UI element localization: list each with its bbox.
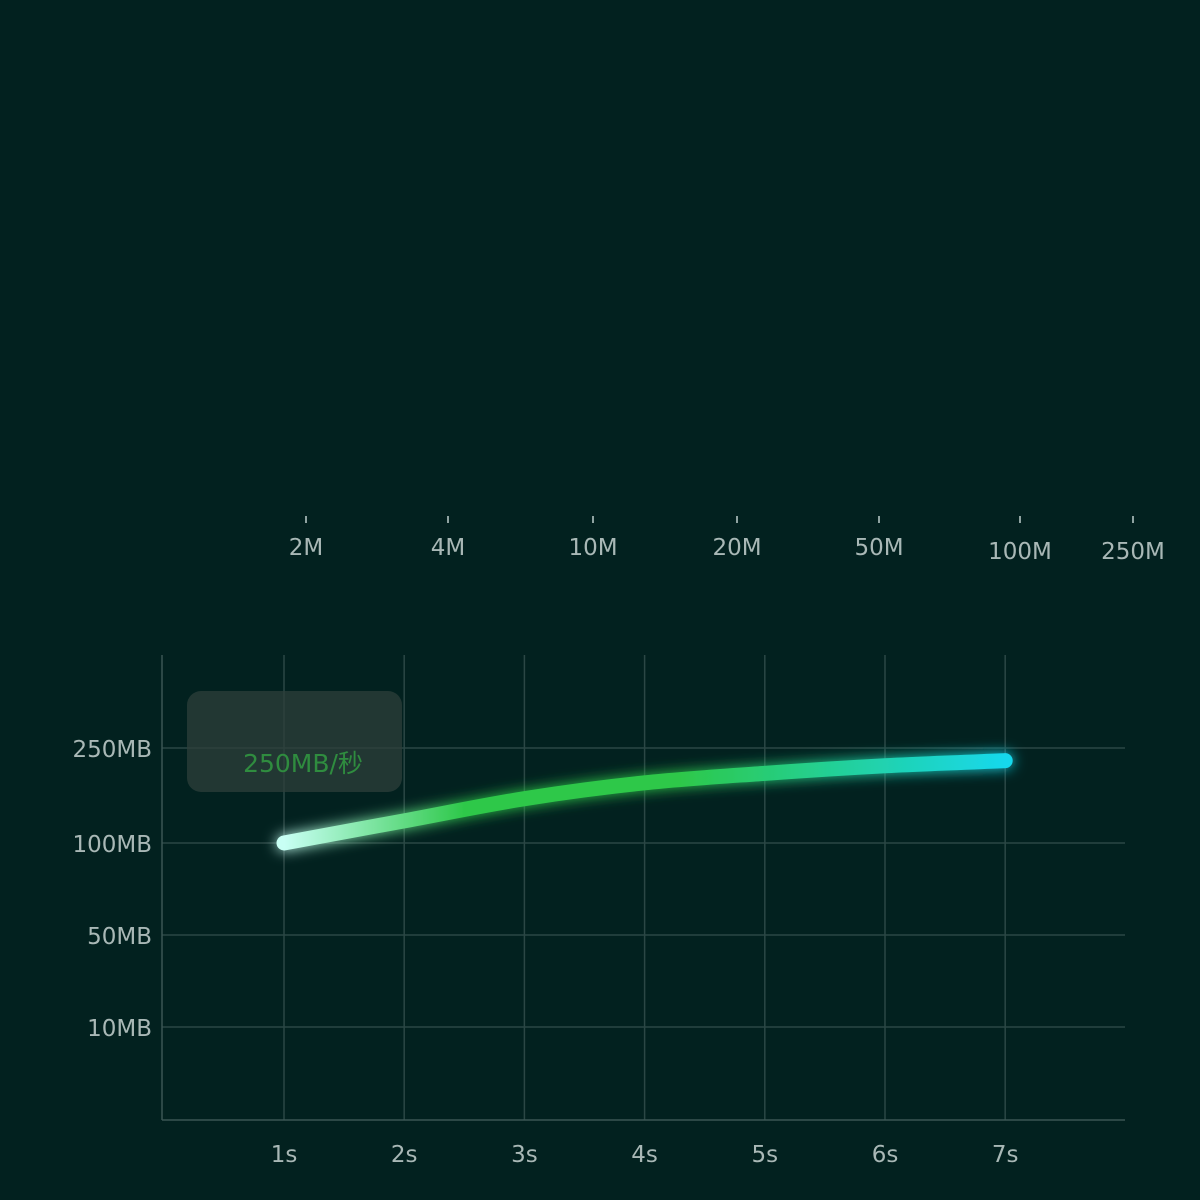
scale-tick-label: 250M <box>1101 539 1165 565</box>
scale-tick-label: 2M <box>289 535 323 561</box>
y-ticks: 10MB 50MB 100MB 250MB <box>72 737 152 1042</box>
scale-tick-label: 4M <box>431 535 465 561</box>
speed-scale: 2M 4M 10M 20M 50M 100M 250M <box>230 497 1165 565</box>
y-tick-label: 50MB <box>87 924 152 950</box>
y-tick-label: 100MB <box>72 832 152 858</box>
x-tick-label: 6s <box>872 1142 899 1168</box>
scale-tick-label: 100M <box>988 539 1052 565</box>
y-tick-label: 250MB <box>72 737 152 763</box>
x-tick-label: 4s <box>631 1142 658 1168</box>
x-tick-label: 7s <box>992 1142 1019 1168</box>
annotation-text: 250MB/秒 <box>243 749 363 778</box>
y-tick-label: 10MB <box>87 1016 152 1042</box>
speed-chart: 10MB 50MB 100MB 250MB 1s 2s 3s 4s 5s 6s 7s 250MB/… <box>72 655 1125 1168</box>
x-tick-label: 2s <box>391 1142 418 1168</box>
x-tick-label: 5s <box>751 1142 778 1168</box>
scale-tick-label: 50M <box>854 535 903 561</box>
x-tick-label: 3s <box>511 1142 538 1168</box>
x-ticks: 1s 2s 3s 4s 5s 6s 7s <box>271 1142 1019 1168</box>
scale-ticks: 2M 4M 10M 20M 50M 100M 250M <box>289 516 1165 565</box>
speed-annotation: 250MB/秒 <box>187 691 402 792</box>
x-tick-label: 1s <box>271 1142 298 1168</box>
scale-tick-label: 10M <box>568 535 617 561</box>
scale-tick-label: 20M <box>712 535 761 561</box>
